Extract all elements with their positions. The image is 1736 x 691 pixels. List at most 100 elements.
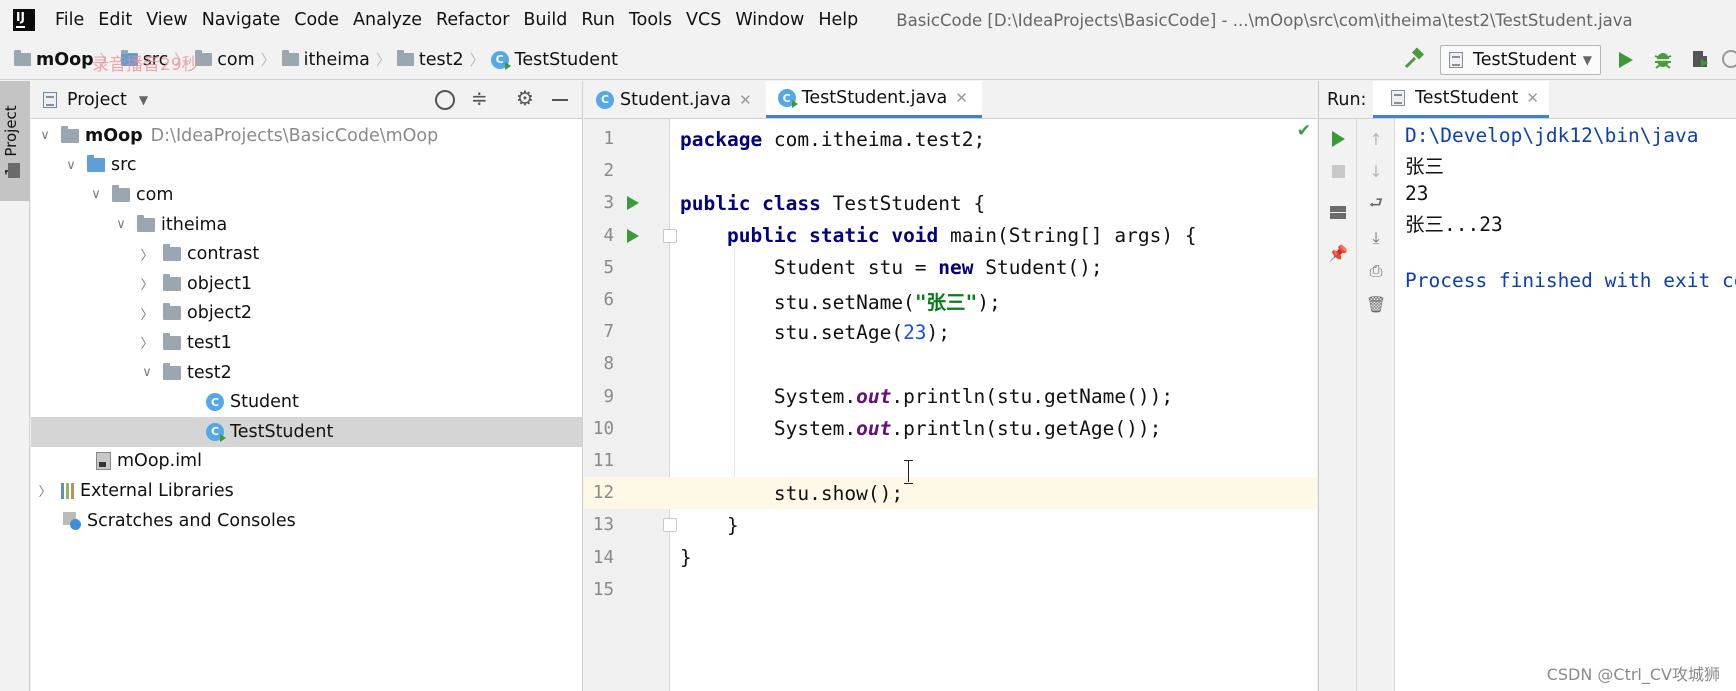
layout-icon[interactable] — [1328, 202, 1348, 222]
soft-wrap-icon[interactable]: ⮐ — [1366, 193, 1386, 215]
tree-item-src[interactable]: ∨ src — [31, 151, 582, 181]
menu-navigate[interactable]: Navigate — [196, 0, 287, 40]
chevron-down-icon[interactable]: ∨ — [37, 128, 53, 143]
chevron-right-icon[interactable]: 〉 — [139, 245, 155, 264]
run-tab-teststudent[interactable]: TestStudent ✕ — [1373, 81, 1549, 118]
code-line[interactable]: 6 stu.setName("张三"); — [584, 284, 1317, 316]
gutter-run-icon[interactable] — [627, 196, 639, 211]
debug-bug-icon[interactable] — [1652, 48, 1674, 70]
chevron-right-icon[interactable]: 〉 — [139, 304, 155, 323]
code-line[interactable]: 14} — [584, 542, 1317, 574]
minimize-icon[interactable] — [552, 99, 568, 101]
menu-code[interactable]: Code — [288, 0, 345, 40]
tree-item-moop-iml[interactable]: mOop.iml — [31, 447, 582, 477]
run-configuration-select[interactable]: TestStudent ▼ — [1440, 45, 1601, 75]
menu-window[interactable]: Window — [729, 0, 810, 40]
project-view-selector[interactable]: Project — [67, 90, 127, 110]
menu-refactor[interactable]: Refactor — [430, 0, 515, 40]
code-line[interactable]: 15 — [584, 574, 1317, 606]
code-editor[interactable]: 1 package com.itheima.test2; 2 3 public clas… — [584, 119, 1317, 691]
breadcrumb-teststudent[interactable]: C TestStudent — [490, 50, 618, 70]
tree-item-student[interactable]: C Student — [31, 387, 582, 417]
code-line[interactable]: 10 System.out.println(stu.getAge()); — [584, 413, 1317, 445]
breadcrumb-test2[interactable]: test2 — [396, 50, 464, 70]
chevron-right-icon[interactable]: 〉 — [37, 481, 53, 500]
menu-file[interactable]: File — [49, 0, 90, 40]
code-line[interactable]: 13 } — [584, 509, 1317, 541]
breadcrumb-src[interactable]: src — [120, 50, 168, 70]
chevron-right-icon[interactable]: 〉 — [139, 274, 155, 293]
stop-icon[interactable] — [1328, 161, 1348, 181]
code-line[interactable]: 4 public static void main(String[] args)… — [584, 220, 1317, 252]
rerun-icon[interactable] — [1328, 129, 1348, 149]
code-text: stu.show(); — [680, 481, 904, 505]
chevron-down-icon[interactable]: ∨ — [113, 217, 129, 232]
tree-item-object2[interactable]: 〉 object2 — [31, 299, 582, 329]
tree-item-teststudent[interactable]: C TestStudent — [31, 417, 582, 447]
gutter-run-icon[interactable] — [627, 228, 639, 243]
tab-label: Student.java — [620, 89, 732, 110]
collapse-all-icon[interactable]: ≑ — [471, 86, 488, 110]
code-line[interactable]: 7 stu.setAge(23); — [584, 316, 1317, 348]
code-line[interactable]: 3 public class TestStudent { — [584, 187, 1317, 219]
trash-icon[interactable]: 🗑 — [1366, 294, 1386, 314]
project-tool-window-button[interactable]: 1: Project — [0, 81, 30, 201]
code-line[interactable]: 8 — [584, 348, 1317, 380]
scratches-icon — [63, 511, 81, 530]
breadcrumb-label: mOop — [36, 49, 94, 70]
breadcrumb-itheima[interactable]: itheima — [281, 50, 370, 70]
tree-item-module-moop[interactable]: ∨ mOop D:\IdeaProjects\BasicCode\mOop — [31, 121, 582, 151]
console-output[interactable]: D:\Develop\jdk12\bin\java 张三 23 张三...23 … — [1405, 119, 1736, 691]
tree-item-object1[interactable]: 〉 object1 — [31, 269, 582, 299]
build-hammer-icon[interactable] — [1402, 47, 1426, 71]
tab-student-java[interactable]: C Student.java ✕ — [584, 81, 766, 118]
tree-item-external-libraries[interactable]: 〉 External Libraries — [31, 476, 582, 506]
chevron-down-icon[interactable]: ∨ — [139, 365, 155, 380]
arrow-down-icon[interactable]: ↓ — [1366, 161, 1386, 181]
console-line: Process finished with exit code 0 — [1405, 268, 1736, 292]
print-icon[interactable]: ⎙ — [1366, 261, 1386, 281]
tree-item-label: test1 — [187, 332, 232, 353]
tree-item-scratches[interactable]: Scratches and Consoles — [31, 506, 582, 536]
menu-view[interactable]: View — [140, 0, 194, 40]
close-icon[interactable]: ✕ — [739, 91, 752, 109]
breadcrumb-com[interactable]: com — [195, 50, 255, 70]
breadcrumb-module[interactable]: mOop — [14, 50, 94, 70]
menu-tools[interactable]: Tools — [623, 0, 678, 40]
run-with-coverage-icon[interactable] — [1690, 49, 1710, 69]
tab-teststudent-java[interactable]: C TestStudent.java ✕ — [765, 81, 982, 118]
locate-target-icon[interactable] — [435, 90, 455, 110]
close-icon[interactable]: ✕ — [955, 89, 968, 107]
code-line[interactable]: 11 — [584, 445, 1317, 477]
chevron-right-icon[interactable]: 〉 — [139, 333, 155, 352]
run-icon[interactable] — [1619, 52, 1633, 68]
tree-item-itheima[interactable]: ∨ itheima — [31, 210, 582, 240]
menu-run[interactable]: Run — [575, 0, 621, 40]
chevron-down-icon[interactable]: ∨ — [63, 158, 79, 173]
tree-item-test1[interactable]: 〉 test1 — [31, 328, 582, 358]
code-line[interactable]: 5 Student stu = new Student(); — [584, 252, 1317, 284]
fold-marker-icon[interactable] — [663, 518, 677, 533]
code-line[interactable]: 2 — [584, 155, 1317, 187]
chevron-down-icon[interactable]: ▼ — [139, 93, 148, 107]
tree-item-test2[interactable]: ∨ test2 — [31, 358, 582, 388]
arrow-up-icon[interactable]: ↑ — [1366, 129, 1386, 149]
window-title: BasicCode [D:\IdeaProjects\BasicCode] - … — [896, 10, 1633, 30]
scroll-to-end-icon[interactable]: ⤓ — [1366, 228, 1386, 248]
menu-build[interactable]: Build — [517, 0, 573, 40]
pin-icon[interactable]: 📌 — [1328, 243, 1348, 263]
code-line[interactable]: 9 System.out.println(stu.getName()); — [584, 381, 1317, 413]
code-line[interactable]: 1 package com.itheima.test2; — [584, 123, 1317, 155]
menu-help[interactable]: Help — [812, 0, 864, 40]
tree-item-contrast[interactable]: 〉 contrast — [31, 239, 582, 269]
menu-edit[interactable]: Edit — [92, 0, 138, 40]
profiler-icon[interactable] — [1722, 50, 1736, 68]
menu-vcs[interactable]: VCS — [680, 0, 727, 40]
menu-analyze[interactable]: Analyze — [347, 0, 428, 40]
fold-marker-icon[interactable] — [663, 228, 677, 243]
chevron-down-icon[interactable]: ∨ — [88, 187, 104, 202]
tree-item-com[interactable]: ∨ com — [31, 180, 582, 210]
code-line[interactable]: 12 stu.show(); — [584, 477, 1317, 510]
gear-icon[interactable]: ⚙ — [516, 86, 534, 110]
close-icon[interactable]: ✕ — [1526, 89, 1539, 107]
